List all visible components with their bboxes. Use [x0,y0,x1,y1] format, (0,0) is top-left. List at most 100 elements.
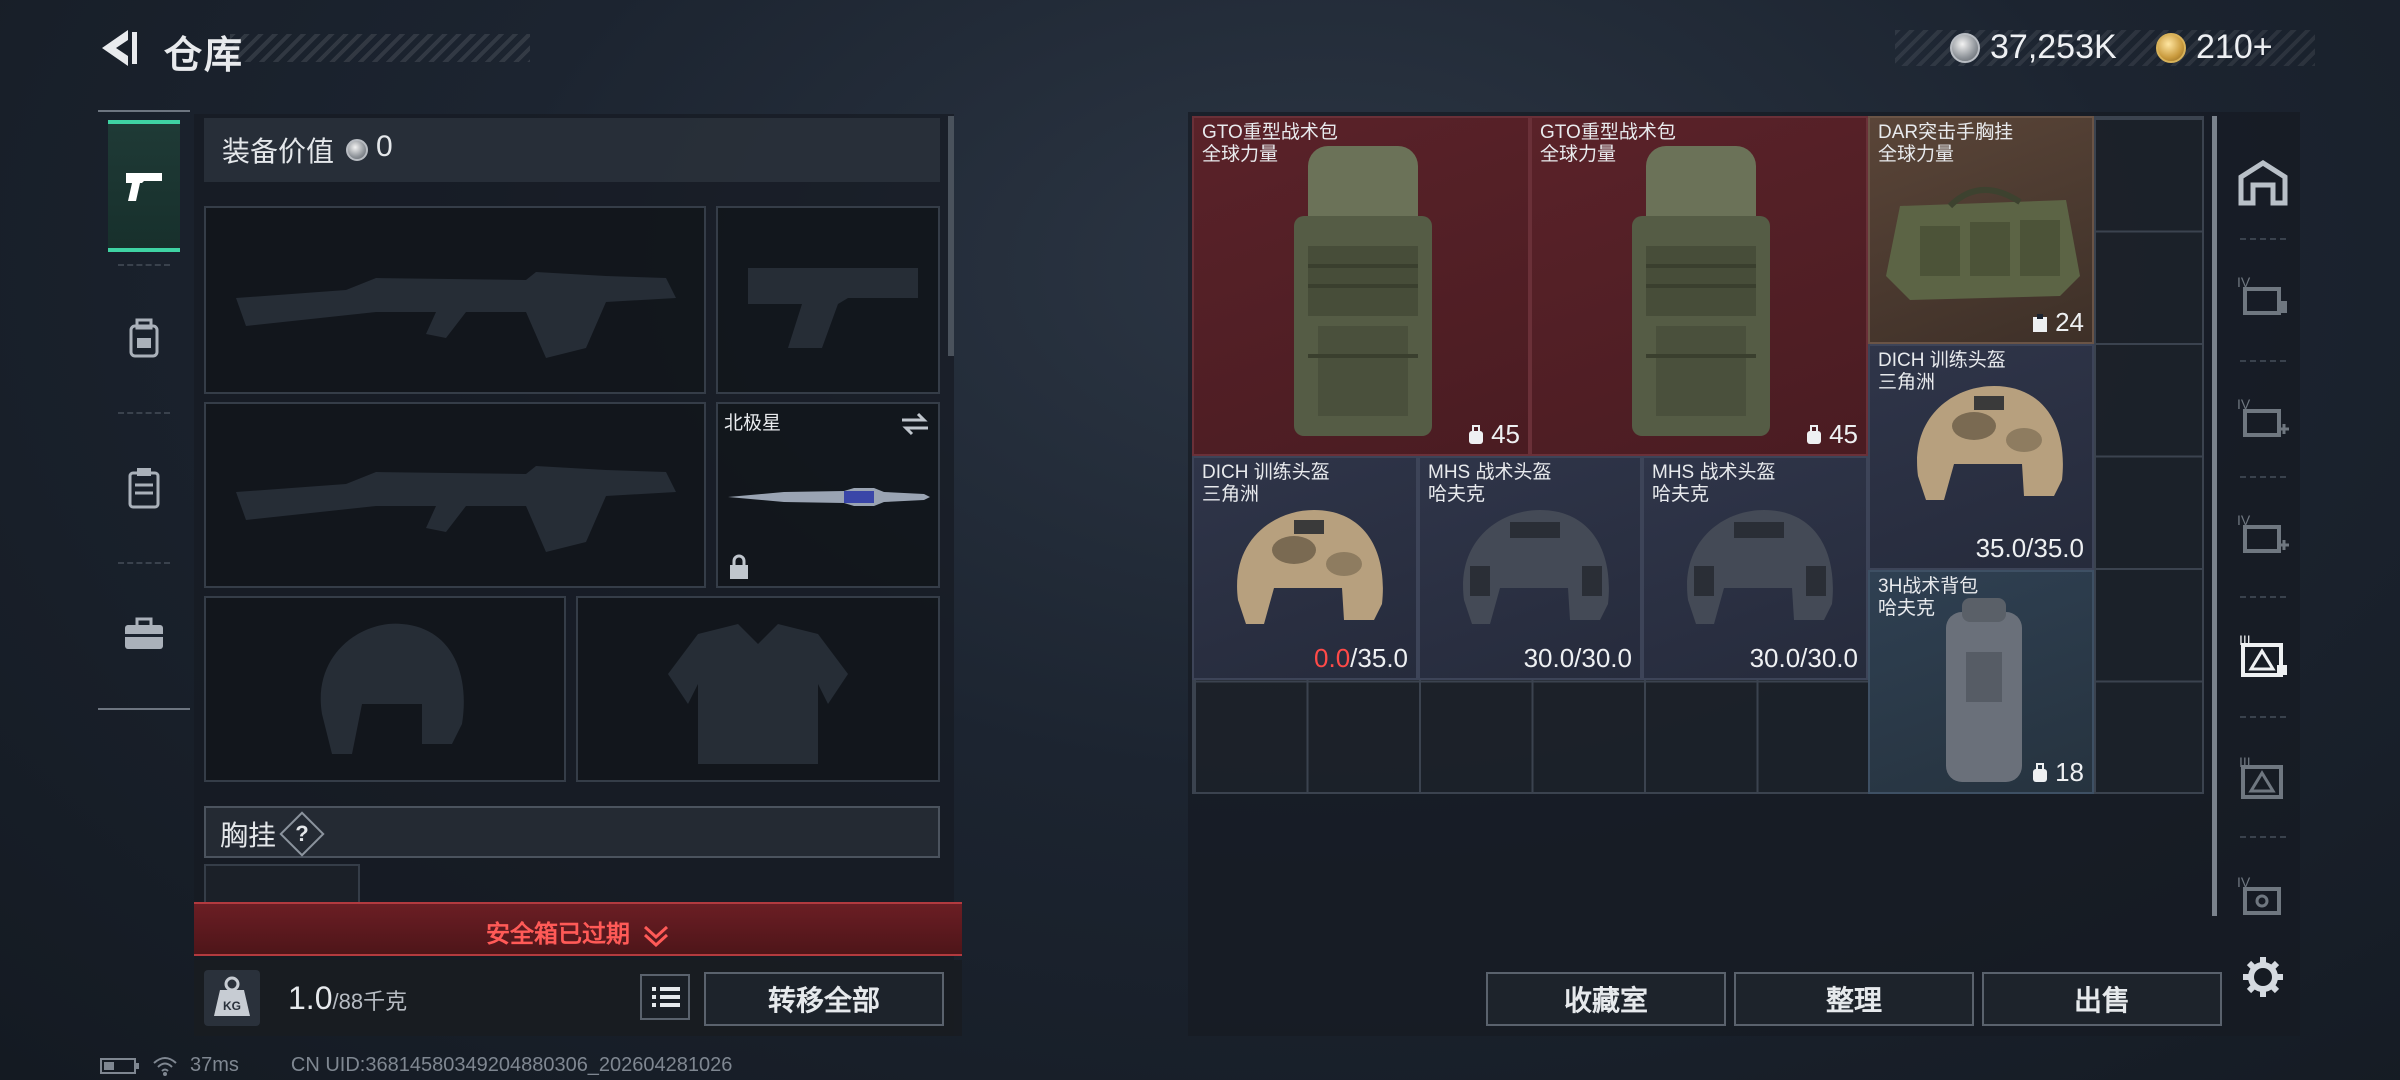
item-durability-value: 30.0/30.0 [1523,643,1632,673]
safe-icon: IV [2237,874,2281,915]
tab-vest[interactable] [108,422,180,554]
melee-slot[interactable]: 北极星 [716,402,940,588]
case-icon: III [2239,754,2283,799]
category-tab-column [98,110,190,710]
pistol-slot[interactable] [716,206,940,394]
helmet-slot[interactable] [204,596,566,782]
backpack-image [1946,598,2022,782]
safebox-expired-text: 安全箱已过期 [486,914,669,949]
chest-rig-label: 胸挂 [220,820,277,851]
inventory-item-dar-chest-rig[interactable]: DAR突击手胸挂 全球力量 24 [1868,116,2094,344]
uid-text: CN UID:3681458034920488030​6_20260428102… [290,1054,733,1076]
rifle-silhouette-icon [236,466,676,552]
ping-value: 37ms [190,1054,239,1076]
item-capacity: 18 [2031,757,2084,788]
item-capacity: 45 [1467,419,1520,450]
battery-icon [100,1057,139,1074]
item-capacity-value: 24 [2055,307,2084,337]
sell-button[interactable]: 出售 [1982,972,2222,1026]
equipment-scrollbar[interactable] [948,116,954,356]
inventory-item-gto-backpack[interactable]: GTO重型战术包 全球力量 45 [1192,116,1530,456]
armor-silhouette-icon [668,624,848,764]
tab-storage-ext-3[interactable]: IV [2228,478,2298,588]
item-durability: 30.0/30.0 [1524,643,1632,674]
transfer-all-button[interactable]: 转移全部 [704,972,944,1026]
item-faction: 全球力量 [1202,144,1279,165]
expansion-box-add-icon: IV [2237,512,2289,553]
chevron-down-icon [643,925,668,947]
helmet-image [1237,510,1383,624]
item-durability-current: 0.0 [1314,643,1351,673]
chest-rig-image [1886,187,2080,300]
backpack-icon [129,318,159,358]
expansion-box-icon: IV [2237,274,2287,315]
expansion-box-add-icon: IV [2237,396,2289,437]
swap-icon[interactable] [900,412,930,436]
inventory-item-dich-helmet[interactable]: DICH 训练头盔 三角洲 0.0/35.0 [1192,456,1418,680]
item-capacity: 24 [2031,307,2084,338]
item-capacity-value: 18 [2055,757,2084,787]
briefcase-icon [125,617,163,649]
status-bar: 37ms CN UID:3681458034920488030​6_202604… [100,1054,732,1077]
silver-coin-icon [346,139,368,161]
rifle-silhouette-icon [236,272,676,358]
item-faction: 全球力量 [1878,144,1955,165]
item-faction: 哈夫克 [1878,598,1936,619]
item-name: DICH 训练头盔 [1878,350,2006,371]
currency-gold[interactable]: 210+ [2156,28,2273,67]
melee-name: 北极星 [724,413,782,434]
inventory-item-mhs-helmet[interactable]: MHS 战术头盔 哈夫克 30.0/30.0 [1418,456,1642,680]
item-faction: 全球力量 [1540,144,1617,165]
currency-gold-value: 210+ [2196,28,2273,66]
tab-storage-ext-1[interactable]: IV [2228,240,2298,350]
inventory-item-dich-helmet[interactable]: DICH 训练头盔 三角洲 35.0/35.0 [1868,344,2094,570]
tab-storage-ext-2[interactable]: IV [2228,362,2298,472]
weight-icon: KG [204,970,260,1026]
currency-silver[interactable]: 37,253K [1950,28,2117,67]
list-view-button[interactable] [640,974,690,1020]
tab-weapons[interactable] [108,120,180,252]
tab-toolbox[interactable] [108,568,180,700]
settings-button[interactable] [2228,922,2298,1032]
gold-coin-icon [2156,32,2186,63]
pistol-icon [126,173,162,201]
helmet-image [1463,510,1609,624]
item-capacity: 45 [1805,419,1858,450]
safebox-expired-label: 安全箱已过期 [486,921,630,948]
help-icon-glyph: ? [295,821,309,846]
tab-backpack[interactable] [108,272,180,404]
primary-weapon-slot[interactable] [204,206,706,394]
bag-icon [2033,762,2048,782]
backpack-image [1632,146,1770,436]
currency-silver-value: 37,253K [1990,28,2117,66]
back-button[interactable] [96,26,140,70]
bag-icon [1807,424,1822,444]
tab-storage-home[interactable] [2228,128,2298,238]
collection-room-button[interactable]: 收藏室 [1486,972,1726,1026]
inventory-item-3h-backpack[interactable]: 3H战术背包 哈夫克 18 [1868,570,2094,794]
chest-rig-slot[interactable] [204,864,360,904]
vest-icon [2033,313,2048,332]
weight-capacity: /88千克 [332,989,408,1014]
inventory-item-gto-backpack[interactable]: GTO重型战术包 全球力量 45 [1530,116,1868,456]
organize-button[interactable]: 整理 [1734,972,1974,1026]
inventory-item-mhs-helmet[interactable]: MHS 战术头盔 哈夫克 30.0/30.0 [1642,456,1868,680]
helmet-silhouette-icon [320,623,464,754]
item-name: MHS 战术头盔 [1428,462,1552,483]
tab-storage-ext-5[interactable]: III [2228,722,2298,832]
back-arrow-icon [102,30,137,66]
tab-storage-ext-4[interactable]: III [2228,600,2298,710]
item-durability: 35.0/35.0 [1976,533,2084,564]
svg-text:KG: KG [223,999,241,1013]
secondary-weapon-slot[interactable] [204,402,706,588]
equipment-value: 0 [376,130,393,163]
weight-value: 1.0/88千克 [288,980,407,1017]
pistol-silhouette-icon [748,268,918,348]
backpack-image [1294,146,1432,436]
vault-icon [2238,160,2288,206]
lock-icon [730,554,748,579]
armor-slot[interactable] [576,596,940,782]
gear-icon [2243,957,2283,997]
bag-icon [1469,424,1484,444]
storage-scrollbar[interactable] [2212,116,2217,916]
